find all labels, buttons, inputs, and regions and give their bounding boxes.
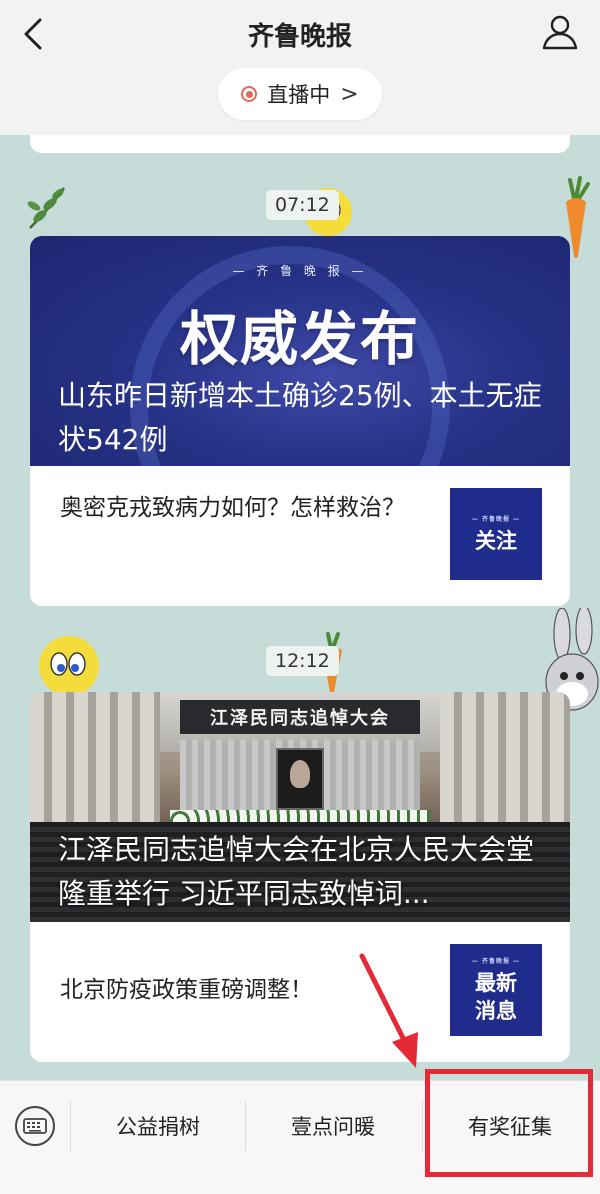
keyboard-toggle-button[interactable] (14, 1105, 56, 1147)
live-label: 直播中 (267, 83, 331, 107)
annotation-arrow-icon (359, 953, 418, 1068)
menu-tab-donate-trees[interactable]: 公益捐树 (72, 1109, 244, 1145)
annotation-highlight-box (425, 1069, 593, 1177)
news-item-row[interactable]: 奥密克戎致病力如何？怎样救治？ — 齐鲁晚报 — 关注 (30, 466, 570, 606)
menu-tab-warmth[interactable]: 壹点问暖 (247, 1109, 419, 1145)
banner-title: 权威发布 (179, 305, 420, 373)
banner-headline: 江泽民同志追悼大会在北京人民大会堂隆重举行 习近平同志致悼词... (58, 833, 535, 910)
profile-button[interactable] (540, 12, 580, 52)
news-item-thumbnail: — 齐鲁晚报 — 关注 (450, 488, 542, 580)
live-indicator-button[interactable]: 直播中 > (218, 68, 382, 120)
user-icon (542, 15, 578, 50)
live-dot-icon (241, 86, 258, 102)
banner-brand: — 齐 鲁 晚 报 — (232, 264, 368, 278)
news-item-title: 奥密克戎致病力如何？怎样救治？ (60, 495, 405, 521)
thumbnail-brand: — 齐鲁晚报 — (471, 515, 521, 523)
tab-divider (70, 1101, 71, 1151)
page-title: 齐鲁晚报 (247, 22, 352, 52)
keyboard-icon (15, 1106, 55, 1146)
portrait-image (276, 748, 324, 810)
thumbnail-word-1: 最新 (475, 970, 517, 995)
news-banner-image[interactable]: — 齐 鲁 晚 报 — 权威发布 山东昨日新增本土确诊25例、本土无症状542例 (30, 236, 570, 466)
news-card[interactable]: — 齐 鲁 晚 报 — 权威发布 山东昨日新增本土确诊25例、本土无症状542例… (30, 236, 570, 606)
hall-left-wall (30, 692, 160, 832)
news-item-thumbnail: — 齐鲁晚报 — 最新 消息 (450, 944, 542, 1036)
news-banner-image[interactable]: 江泽民同志追悼大会 江泽民同志追悼大会在北京人民大会堂隆重举行 习近平同志致悼词… (30, 692, 570, 922)
bird-decoration-icon (39, 636, 99, 696)
banner-headline: 山东昨日新增本土确诊25例、本土无症状542例 (58, 379, 542, 456)
news-card[interactable]: 江泽民同志追悼大会 江泽民同志追悼大会在北京人民大会堂隆重举行 习近平同志致悼词… (30, 692, 570, 1062)
previous-card-edge (30, 135, 570, 153)
leaf-decoration-icon (27, 187, 66, 229)
tab-divider (245, 1101, 246, 1151)
chevron-right-icon: > (340, 81, 359, 107)
top-header: 齐鲁晚报 直播中 > (0, 0, 600, 135)
tab-divider (422, 1101, 423, 1151)
timestamp-label: 12:12 (266, 646, 339, 676)
hall-right-wall (440, 692, 570, 832)
timestamp-label: 07:12 (266, 190, 339, 220)
thumbnail-word-2: 消息 (475, 998, 517, 1023)
thumbnail-brand: — 齐鲁晚报 — (471, 957, 521, 965)
thumbnail-word: 关注 (475, 528, 517, 553)
stage-banner-text: 江泽民同志追悼大会 (180, 700, 420, 734)
news-item-row[interactable]: 北京防疫政策重磅调整！ — 齐鲁晚报 — 最新 消息 (30, 922, 570, 1062)
